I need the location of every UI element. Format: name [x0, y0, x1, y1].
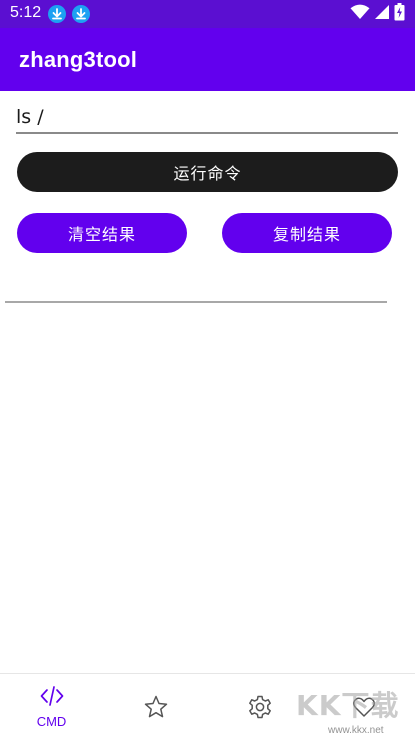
nav-item-cmd-label: CMD	[36, 714, 67, 729]
nav-item-cmd[interactable]: CMD	[0, 674, 103, 738]
command-input[interactable]	[16, 104, 398, 134]
run-command-button[interactable]: 运行命令	[17, 152, 398, 192]
cellular-signal-icon	[374, 4, 390, 24]
app-bar: zhang3tool	[0, 28, 415, 91]
battery-charging-icon	[394, 3, 405, 25]
run-command-label: 运行命令	[173, 164, 242, 183]
download-icon	[48, 5, 66, 23]
clear-result-button[interactable]: 清空结果	[17, 213, 187, 253]
clear-result-label: 清空结果	[67, 225, 136, 244]
app-title: zhang3tool	[19, 47, 138, 72]
download-icon	[72, 5, 90, 23]
watermark-logo: KK下载	[296, 689, 400, 722]
status-time: 5:12	[10, 4, 42, 21]
copy-result-button[interactable]: 复制结果	[222, 213, 392, 253]
code-icon	[39, 685, 65, 711]
watermark-url: www.kkx.net	[328, 725, 384, 736]
gear-icon	[247, 694, 273, 724]
wifi-icon	[350, 4, 370, 24]
result-divider	[5, 301, 387, 303]
status-bar: 5:12	[0, 0, 415, 28]
star-icon	[143, 694, 169, 724]
app-screen: 5:12 zhang3tool ls / 运行命令 清空结果 复制结果 CMD …	[0, 0, 415, 738]
copy-result-label: 复制结果	[272, 225, 341, 244]
nav-item-favorites[interactable]	[104, 674, 207, 738]
